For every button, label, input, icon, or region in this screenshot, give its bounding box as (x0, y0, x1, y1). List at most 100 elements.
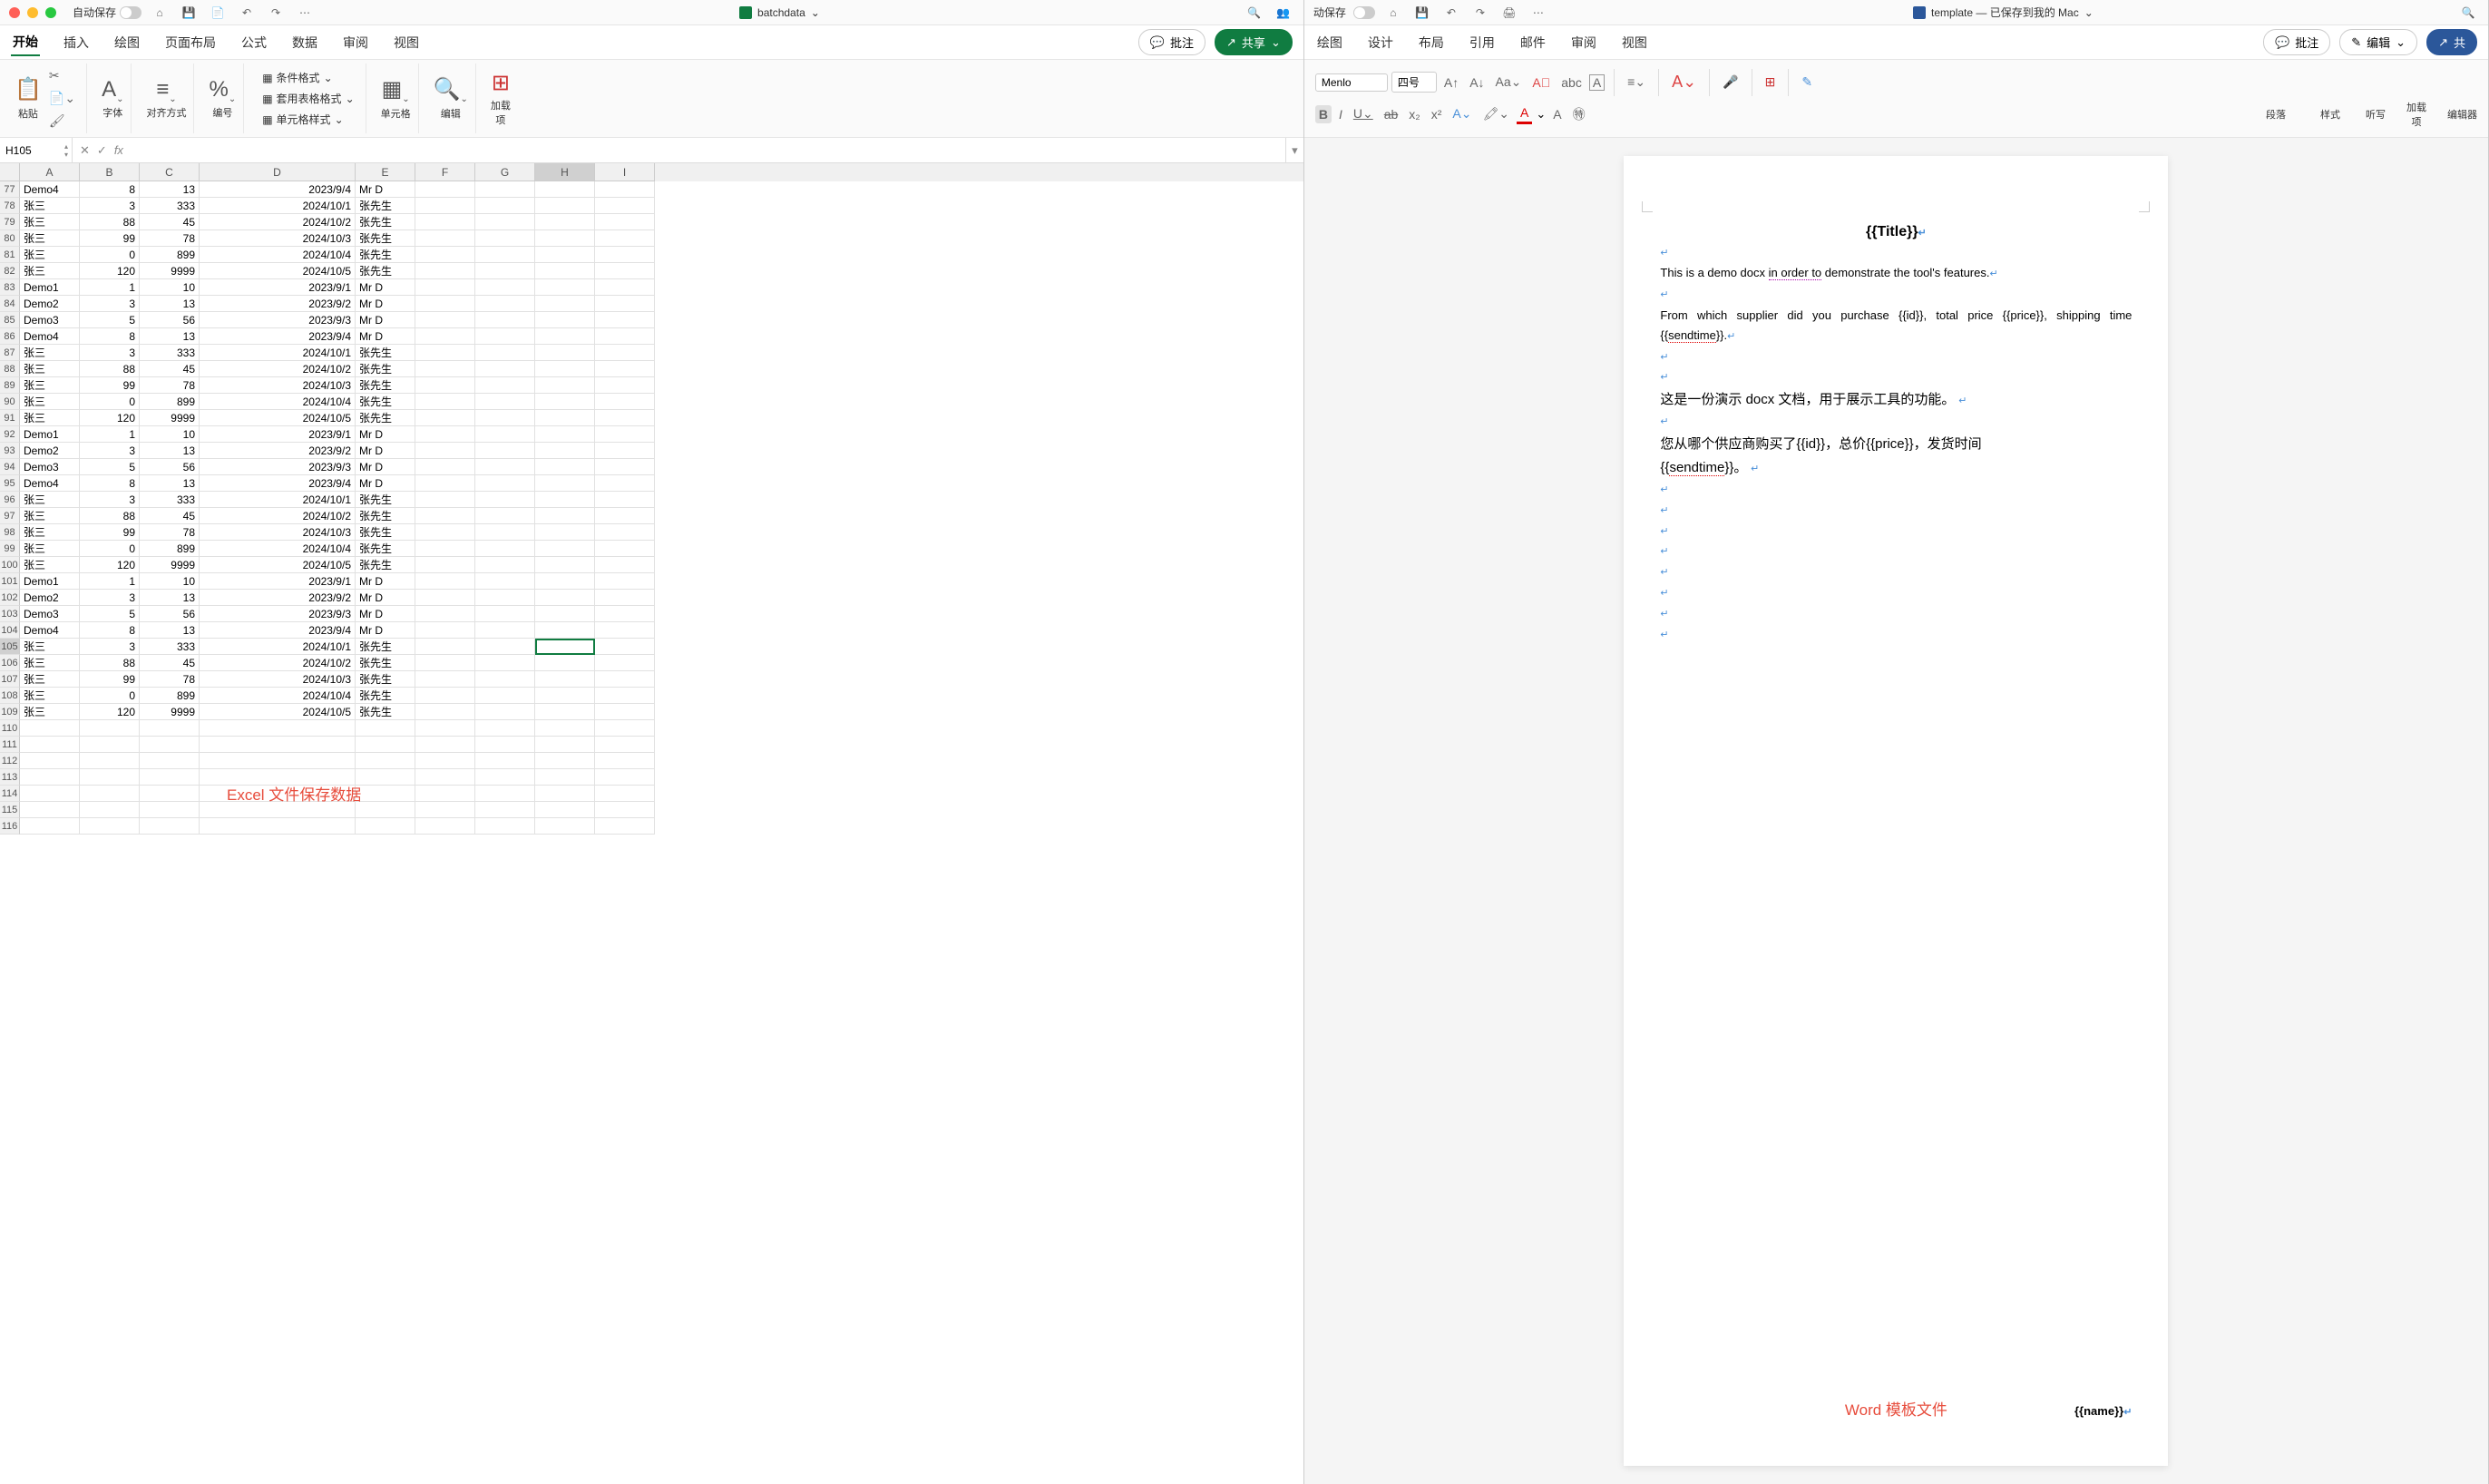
cell[interactable] (475, 377, 535, 394)
switch-icon[interactable] (1353, 6, 1375, 19)
cell[interactable]: Demo2 (20, 296, 80, 312)
document-name[interactable]: batchdata (757, 6, 805, 19)
cell[interactable]: 张先生 (356, 361, 415, 377)
row-header[interactable]: 80 (0, 230, 20, 247)
cell[interactable] (415, 247, 475, 263)
tab-draw[interactable]: 绘图 (112, 30, 142, 55)
cell[interactable]: 张先生 (356, 263, 415, 279)
cell[interactable] (415, 410, 475, 426)
cell[interactable] (475, 655, 535, 671)
cell[interactable] (415, 622, 475, 639)
cell[interactable]: Demo3 (20, 606, 80, 622)
cell[interactable] (595, 655, 655, 671)
cell[interactable]: 8 (80, 622, 140, 639)
paste-icon[interactable]: 📋 (15, 76, 42, 103)
cell[interactable]: Demo3 (20, 459, 80, 475)
cell[interactable]: 0 (80, 688, 140, 704)
tab-draw[interactable]: 绘图 (1315, 30, 1344, 55)
cell[interactable] (415, 818, 475, 835)
more-icon[interactable]: ⋯ (294, 2, 316, 24)
editor-icon[interactable]: ✎ (1798, 73, 1816, 92)
cell[interactable]: 2024/10/4 (200, 394, 356, 410)
cell[interactable] (535, 475, 595, 492)
cell[interactable] (20, 737, 80, 753)
char-shading-icon[interactable]: A (1549, 105, 1565, 123)
cell[interactable] (595, 443, 655, 459)
cell[interactable]: 张三 (20, 230, 80, 247)
cell[interactable] (415, 671, 475, 688)
cell[interactable]: 9999 (140, 410, 200, 426)
cell[interactable]: 99 (80, 377, 140, 394)
share-people-icon[interactable]: 👥 (1273, 2, 1294, 24)
char-border-icon[interactable]: A (1589, 74, 1605, 91)
cell[interactable]: 120 (80, 410, 140, 426)
row-header[interactable]: 77 (0, 181, 20, 198)
cell[interactable] (415, 606, 475, 622)
cell[interactable] (200, 818, 356, 835)
bold-icon[interactable]: B (1315, 105, 1332, 123)
cell[interactable]: 99 (80, 671, 140, 688)
row-header[interactable]: 98 (0, 524, 20, 541)
cell[interactable] (535, 296, 595, 312)
cell[interactable] (595, 426, 655, 443)
cell[interactable] (535, 786, 595, 802)
tab-data[interactable]: 数据 (290, 30, 319, 55)
cell[interactable]: 张三 (20, 410, 80, 426)
cell[interactable]: Mr D (356, 606, 415, 622)
cell[interactable]: 1 (80, 573, 140, 590)
cell[interactable]: Demo4 (20, 328, 80, 345)
cell[interactable]: 2023/9/3 (200, 459, 356, 475)
cell[interactable] (475, 312, 535, 328)
cell[interactable] (475, 737, 535, 753)
col-header-C[interactable]: C (140, 163, 200, 181)
cell[interactable]: 2023/9/3 (200, 312, 356, 328)
cell[interactable]: 45 (140, 655, 200, 671)
percent-icon[interactable]: %⌄ (209, 77, 236, 104)
row-header[interactable]: 84 (0, 296, 20, 312)
cell[interactable] (595, 524, 655, 541)
spreadsheet-grid[interactable]: A B C D E F G H I 77 Demo4 8 13 2023/9/4… (0, 163, 1303, 1484)
fx-icon[interactable]: fx (114, 143, 123, 157)
font-size-select[interactable]: 四号 (1391, 72, 1437, 93)
cell[interactable] (200, 753, 356, 769)
cell[interactable] (20, 802, 80, 818)
cell[interactable]: Mr D (356, 590, 415, 606)
format-painter-icon[interactable]: 🖌 (45, 112, 79, 131)
cell[interactable] (475, 573, 535, 590)
cell[interactable] (535, 720, 595, 737)
cell[interactable] (535, 312, 595, 328)
cell[interactable] (475, 214, 535, 230)
cell[interactable]: 0 (80, 247, 140, 263)
word-canvas[interactable]: {{Title}}↵ ↵ This is a demo docx in orde… (1304, 138, 2488, 1484)
comments-button[interactable]: 💬 批注 (1138, 29, 1205, 55)
cell[interactable] (415, 377, 475, 394)
row-header[interactable]: 82 (0, 263, 20, 279)
cell[interactable] (415, 655, 475, 671)
cell[interactable]: 88 (80, 361, 140, 377)
cell[interactable]: 2024/10/4 (200, 688, 356, 704)
grow-font-icon[interactable]: A↑ (1440, 73, 1462, 92)
cell[interactable]: 张三 (20, 639, 80, 655)
find-icon[interactable]: 🔍⌄ (434, 76, 468, 104)
cell[interactable] (80, 769, 140, 786)
cell[interactable]: 3 (80, 639, 140, 655)
cell[interactable] (535, 345, 595, 361)
cell[interactable] (20, 769, 80, 786)
cell[interactable]: 2024/10/4 (200, 541, 356, 557)
cell[interactable] (535, 247, 595, 263)
enclose-char-icon[interactable]: ㊕ (1569, 103, 1589, 125)
paragraph-cn[interactable]: 您从哪个供应商购买了{{id}}，总价{{price}}，发货时间 (1660, 434, 2132, 455)
paragraph[interactable]: From which supplier did you purchase {{i… (1660, 307, 2132, 347)
cell[interactable]: 2024/10/3 (200, 671, 356, 688)
cell[interactable]: Mr D (356, 573, 415, 590)
cell[interactable]: 2024/10/2 (200, 655, 356, 671)
comments-button[interactable]: 💬批注 (2263, 29, 2330, 55)
cell[interactable]: 3 (80, 296, 140, 312)
cell[interactable]: 张先生 (356, 541, 415, 557)
tab-view[interactable]: 视图 (1620, 30, 1649, 55)
doc-title-placeholder[interactable]: {{Title}}↵ (1660, 220, 2132, 244)
highlight-icon[interactable]: 🖍⌄ (1479, 104, 1513, 123)
cell[interactable] (415, 492, 475, 508)
cell[interactable] (200, 720, 356, 737)
cell[interactable]: 张先生 (356, 214, 415, 230)
